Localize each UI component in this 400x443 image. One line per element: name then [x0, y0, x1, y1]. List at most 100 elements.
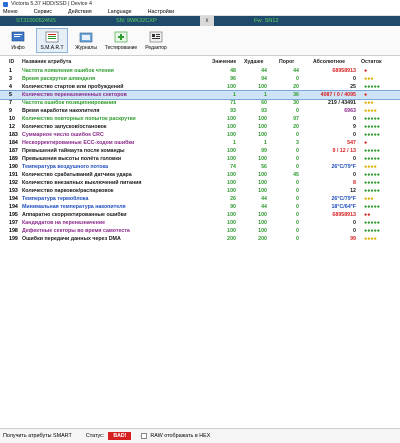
cell-value: 100: [227, 116, 236, 122]
raw-hex-checkbox[interactable]: [141, 433, 148, 439]
cell-name: Температура воздушного потока: [22, 164, 109, 170]
device-firmware: Fw: SN12: [254, 18, 279, 24]
cell-name: Суммарное число ошибок CRC: [22, 132, 104, 138]
table-row[interactable]: 10 Количество повторных попыток раскрутки…: [0, 115, 400, 123]
info-button[interactable]: Инфо: [2, 28, 34, 53]
column-worst[interactable]: Худшее: [244, 59, 264, 65]
cell-name: Дефектные секторы во время самотеста: [22, 228, 130, 234]
cell-name: Частота появления ошибок чтения: [22, 68, 114, 74]
cell-name: Нескорректированные ECC-ходом ошибки: [22, 140, 135, 146]
cell-threshold: 0: [296, 132, 299, 138]
table-row[interactable]: 194 Минимальная температура накопителя 90 4…: [0, 203, 400, 211]
cell-threshold: 0: [296, 220, 299, 226]
table-row[interactable]: 5 Количество переназначенных секторов 1 1 36…: [0, 90, 400, 100]
table-row[interactable]: 184 Нескорректированные ECC-ходом ошибки 1…: [0, 139, 400, 147]
cell-status: ●: [364, 140, 368, 146]
cell-id: 184: [9, 140, 18, 146]
editor-button[interactable]: Редактор: [140, 28, 172, 53]
status-badge: BAD!: [108, 432, 132, 440]
table-row[interactable]: 191 Количество срабатываний датчика удара…: [0, 171, 400, 179]
cell-name: Превышения высоты полёта головки: [22, 156, 122, 162]
cell-threshold: 0: [296, 212, 299, 218]
menu-item-settings[interactable]: Настройки: [148, 9, 174, 15]
cell-id: 5: [9, 92, 12, 98]
table-row[interactable]: 195 Аппаратно скорректированные ошибки 100…: [0, 211, 400, 219]
table-row[interactable]: 197 Кандидатов на переназначение 100 100 0 0 ●…: [0, 219, 400, 227]
cell-value: 100: [227, 220, 236, 226]
cell-name: Количество парковок/распарковок: [22, 188, 114, 194]
cell-name: Температура термоблока: [22, 196, 89, 202]
menu-item-language[interactable]: Language: [108, 9, 132, 15]
menu-item-actions[interactable]: Действия: [68, 9, 92, 15]
cell-name: Количество стартов или пробуждений: [22, 84, 124, 90]
cell-raw: 547: [347, 140, 356, 146]
cell-worst: 94: [261, 76, 267, 82]
table-row[interactable]: 9 Время наработки накопителя 93 93 0 6963 ●●●●: [0, 107, 400, 115]
cell-raw: 9 / 12 / 13: [332, 148, 356, 154]
cell-threshold: 30: [293, 100, 299, 106]
cell-worst: 1: [264, 140, 267, 146]
cell-worst: 44: [261, 204, 267, 210]
table-row[interactable]: 192 Количество внезапных выключений питан…: [0, 179, 400, 187]
column-name[interactable]: Название атрибута: [22, 59, 71, 65]
test-button[interactable]: Тестирование: [104, 28, 138, 53]
table-row[interactable]: 3 Время раскрутки шпинделя 96 94 0 0 ●●●: [0, 75, 400, 83]
cell-threshold: 3: [296, 140, 299, 146]
column-threshold[interactable]: Порог: [279, 59, 294, 65]
cell-raw: 9: [353, 124, 356, 130]
logs-button[interactable]: Журналы: [70, 28, 102, 53]
cell-status: ●: [364, 68, 368, 74]
title-bar: Victoria 5.37 HDD/SSD | Device 4: [0, 0, 400, 8]
get-smart-button[interactable]: Получить атрибуты SMART: [3, 433, 72, 439]
cell-worst: 1: [264, 92, 267, 98]
logs-icon: [79, 30, 93, 43]
cell-threshold: 0: [296, 76, 299, 82]
table-row[interactable]: 12 Количество запусков/остановок 100 100 20 9…: [0, 123, 400, 131]
table-row[interactable]: 193 Количество парковок/распарковок 100 100…: [0, 187, 400, 195]
cell-id: 4: [9, 84, 12, 90]
cell-id: 1: [9, 68, 12, 74]
cell-raw: 6963: [344, 108, 356, 114]
cell-id: 198: [9, 228, 18, 234]
cell-value: 1: [233, 140, 236, 146]
cell-name: Количество внезапных выключений питания: [22, 180, 142, 186]
column-value[interactable]: Значение: [212, 59, 236, 65]
cell-worst: 100: [258, 84, 267, 90]
cell-raw: 26°C/79°F: [331, 164, 356, 170]
cell-threshold: 0: [296, 228, 299, 234]
table-row[interactable]: 187 Превышений таймаута после команды 100 9…: [0, 147, 400, 155]
menu-item-service[interactable]: Сервис: [34, 9, 52, 15]
table-row[interactable]: 199 Ошибки передачи данных через DMA 200 20…: [0, 235, 400, 243]
table-row[interactable]: 1 Частота появления ошибок чтения 48 44 44 68…: [0, 67, 400, 75]
table-row[interactable]: 194 Температура термоблока 26 44 0 26°C/79°F ●…: [0, 195, 400, 203]
table-row[interactable]: 183 Суммарное число ошибок CRC 100 100 0 0 ●●●…: [0, 131, 400, 139]
cell-value: 1: [233, 92, 236, 98]
table-row[interactable]: 4 Количество стартов или пробуждений 100 10…: [0, 83, 400, 91]
cell-id: 3: [9, 76, 12, 82]
cell-worst: 200: [258, 236, 267, 242]
cell-value: 93: [230, 108, 236, 114]
info-icon: [11, 30, 25, 43]
smart-button[interactable]: S.M.A.R.T: [36, 28, 68, 53]
table-row[interactable]: 189 Превышения высоты полёта головки 100 10…: [0, 155, 400, 163]
column-status[interactable]: Остаток: [361, 59, 382, 65]
menu-item-menu[interactable]: Меню: [3, 9, 18, 15]
cell-raw: 8: [353, 180, 356, 186]
status-label: Статус:: [85, 433, 105, 439]
cell-name: Минимальная температура накопителя: [22, 204, 126, 210]
column-id[interactable]: ID: [9, 59, 14, 65]
cell-worst: 99: [261, 148, 267, 154]
cell-threshold: 0: [296, 204, 299, 210]
close-device-button[interactable]: x: [200, 16, 214, 26]
cell-name: Частота ошибок позиционирования: [22, 100, 117, 106]
column-raw[interactable]: Абсолютное: [313, 59, 345, 65]
table-row[interactable]: 7 Частота ошибок позиционирования 71 60 30 21…: [0, 99, 400, 107]
cell-worst: 100: [258, 124, 267, 130]
table-row[interactable]: 190 Температура воздушного потока 74 56 0 26°…: [0, 163, 400, 171]
table-row[interactable]: 198 Дефектные секторы во время самотеста 1…: [0, 227, 400, 235]
cell-worst: 44: [261, 68, 267, 74]
cell-name: Аппаратно скорректированные ошибки: [22, 212, 127, 218]
smart-icon: [45, 30, 59, 43]
cell-value: 100: [227, 188, 236, 194]
cell-threshold: 36: [293, 92, 299, 98]
